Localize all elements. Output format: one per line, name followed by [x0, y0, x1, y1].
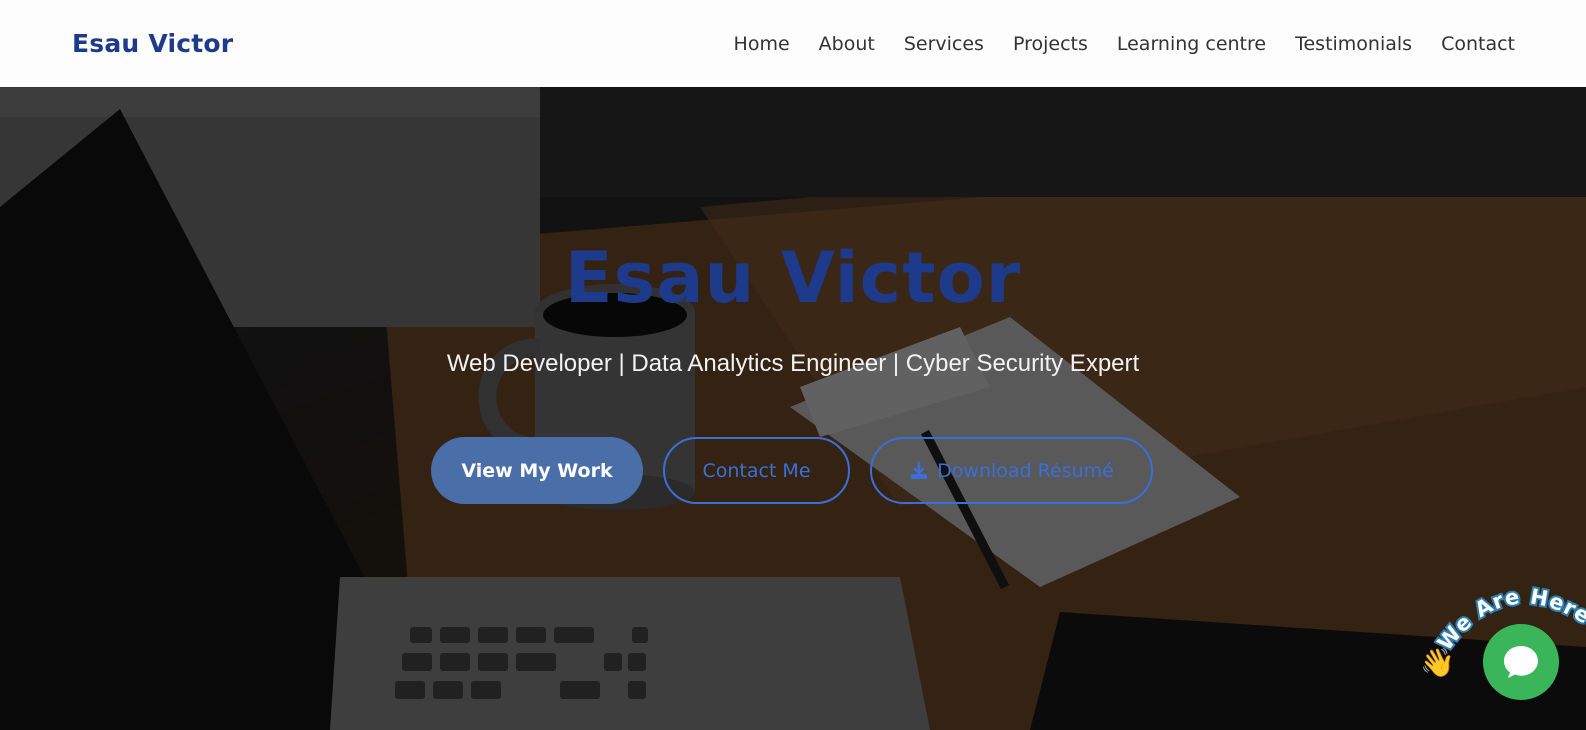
nav-link-projects[interactable]: Projects	[1013, 33, 1088, 55]
nav-link-contact[interactable]: Contact	[1441, 33, 1515, 55]
hero-title: Esau Victor	[564, 237, 1022, 319]
hero-section: Esau Victor Web Developer | Data Analyti…	[0, 87, 1586, 730]
nav-links: Home About Services Projects Learning ce…	[734, 33, 1515, 55]
nav-link-testimonials[interactable]: Testimonials	[1295, 33, 1412, 55]
hero-content: Esau Victor Web Developer | Data Analyti…	[0, 87, 1586, 730]
hero-button-row: View My Work Contact Me Download Résumé	[431, 437, 1153, 504]
nav-link-services[interactable]: Services	[904, 33, 984, 55]
hero-subtitle: Web Developer | Data Analytics Engineer …	[446, 350, 1140, 377]
nav-link-about[interactable]: About	[819, 33, 875, 55]
view-my-work-button[interactable]: View My Work	[431, 437, 643, 504]
chat-widget: We Are Here! 👋	[1420, 580, 1586, 730]
chat-bubble-icon	[1504, 646, 1538, 678]
chat-open-button[interactable]	[1483, 624, 1559, 700]
download-icon	[911, 461, 928, 479]
navbar: Esau Victor Home About Services Projects…	[0, 0, 1586, 87]
contact-me-button[interactable]: Contact Me	[663, 437, 850, 504]
brand-logo[interactable]: Esau Victor	[72, 29, 233, 58]
nav-link-learning-centre[interactable]: Learning centre	[1117, 33, 1266, 55]
waving-hand-icon: 👋	[1420, 646, 1455, 679]
download-resume-button[interactable]: Download Résumé	[870, 437, 1153, 504]
nav-link-home[interactable]: Home	[734, 33, 790, 55]
download-resume-label: Download Résumé	[937, 459, 1114, 482]
